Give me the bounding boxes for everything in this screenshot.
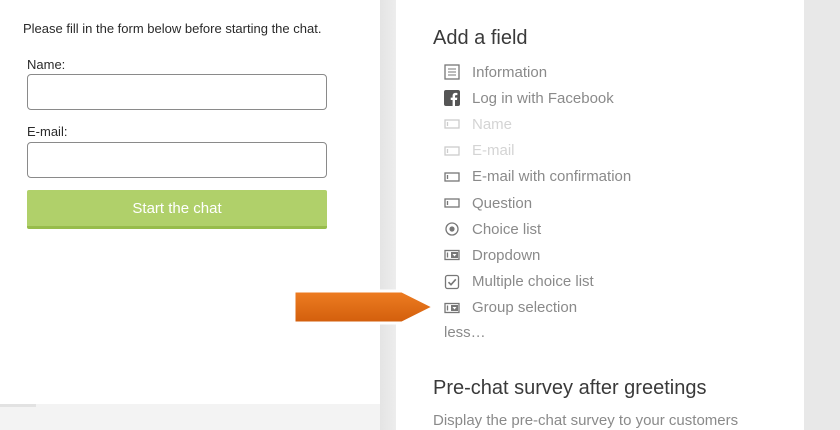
form-preview-panel: Please fill in the form below before sta… [0,0,380,404]
text-field-icon [444,195,460,211]
add-field-email-confirmation[interactable]: E-mail with confirmation [444,164,631,190]
document-icon [444,64,460,80]
text-field-icon [444,169,460,185]
text-field-icon [444,116,460,132]
checkbox-icon [444,274,460,290]
less-link[interactable]: less… [444,324,486,341]
text-field-icon [444,143,460,159]
add-field-label: E-mail [472,142,515,160]
email-field[interactable] [27,142,327,178]
settings-panel: Add a field Information Log in with Face… [396,0,804,430]
pre-chat-survey-description: Display the pre-chat survey to your cust… [433,412,739,429]
add-field-label: Log in with Facebook [472,89,614,107]
add-field-label: Information [472,63,548,81]
add-field-dropdown[interactable]: Dropdown [444,242,631,268]
preview-footer-strip [0,404,380,430]
name-label: Name: [27,57,66,72]
right-gutter [804,0,840,430]
add-field-question[interactable]: Question [444,190,631,216]
form-intro-text: Please fill in the form below before sta… [23,21,322,36]
add-field-email: E-mail [444,138,631,164]
add-field-label: Group selection [472,299,578,317]
start-chat-button[interactable]: Start the chat [27,190,327,229]
annotation-arrow-icon [292,289,436,325]
dropdown-icon [444,247,460,263]
add-field-label: Multiple choice list [472,273,594,291]
add-field-choice-list[interactable]: Choice list [444,216,631,242]
add-field-label: Question [472,194,533,212]
add-field-label: Name [472,115,513,133]
radio-icon [444,221,460,237]
pre-chat-survey-heading: Pre-chat survey after greetings [433,377,707,399]
add-field-information[interactable]: Information [444,59,631,85]
add-field-label: E-mail with confirmation [472,168,632,186]
add-field-name: Name [444,111,631,137]
email-label: E-mail: [27,124,68,139]
name-field[interactable] [27,74,327,110]
add-field-label: Dropdown [472,246,541,264]
add-field-heading: Add a field [433,27,528,49]
add-field-group-selection[interactable]: Group selection [444,295,631,321]
add-field-label: Choice list [472,220,542,238]
add-field-list: Information Log in with Facebook Name E-… [444,59,631,321]
panel-divider [380,0,396,430]
facebook-icon [444,90,460,107]
dropdown-icon [444,300,460,316]
add-field-multiple-choice-list[interactable]: Multiple choice list [444,269,631,295]
add-field-facebook-login[interactable]: Log in with Facebook [444,85,631,111]
